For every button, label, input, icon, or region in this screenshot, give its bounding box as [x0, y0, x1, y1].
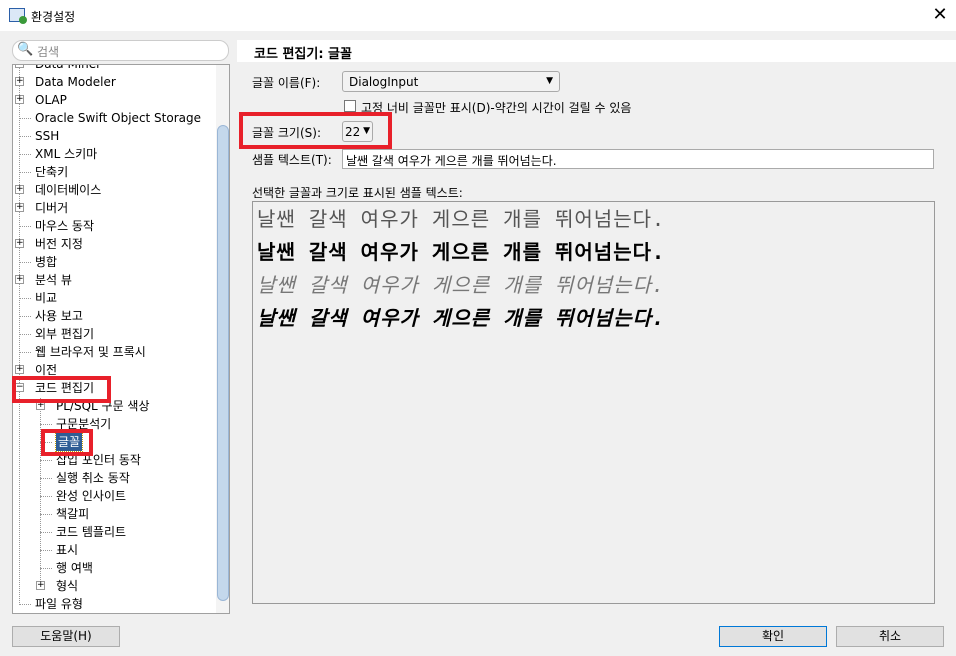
preview-bold-italic: 날쌘 갈색 여우가 게으른 개를 뛰어넘는다. — [257, 306, 666, 330]
tree-item-label: 병합 — [35, 255, 58, 269]
tree-item-label: 외부 편집기 — [35, 327, 95, 341]
preview-label: 선택한 글꼴과 크기로 표시된 샘플 텍스트: — [252, 186, 463, 200]
tree-line — [19, 65, 20, 605]
title-bar: 환경설정 ✕ — [0, 0, 956, 31]
search-icon: 🔍 — [17, 42, 34, 57]
tree-item-label: 사용 보고 — [35, 309, 83, 323]
tree-item-label: 형식 — [56, 579, 79, 593]
expand-icon[interactable]: + — [15, 275, 24, 284]
tree-line — [19, 136, 31, 137]
tree-item-label: 단축키 — [35, 165, 69, 179]
expand-icon[interactable]: + — [15, 203, 24, 212]
expand-icon[interactable]: + — [15, 239, 24, 248]
fixed-width-checkbox[interactable] — [344, 100, 356, 112]
search-placeholder: 검색 — [37, 45, 60, 59]
sample-text-input[interactable]: 날쌘 갈색 여우가 게으른 개를 뛰어넘는다. — [342, 149, 934, 169]
app-icon — [9, 8, 27, 24]
tree-line — [40, 496, 52, 497]
tree-line — [19, 118, 31, 119]
tree-line — [19, 298, 31, 299]
tree-line — [19, 352, 31, 353]
expand-icon[interactable]: + — [15, 65, 24, 68]
ok-button[interactable]: 확인 — [719, 626, 827, 647]
expand-icon[interactable]: + — [15, 365, 24, 374]
tree-item-label: 웹 브라우저 및 프록시 — [35, 345, 146, 359]
chevron-down-icon: ▼ — [546, 76, 553, 86]
tree-line — [40, 424, 52, 425]
tree-line — [19, 262, 31, 263]
tree-item-label: 책갈피 — [56, 507, 90, 521]
cancel-button[interactable]: 취소 — [836, 626, 944, 647]
tree-item-label: 표시 — [56, 543, 79, 557]
preview-plain: 날쌘 갈색 여우가 게으른 개를 뛰어넘는다. — [257, 207, 666, 231]
highlight-font-item — [41, 429, 93, 456]
preview-italic: 날쌘 갈색 여우가 게으른 개를 뛰어넘는다. — [257, 273, 666, 297]
font-name-value: DialogInput — [349, 75, 419, 89]
tree-item-label: Oracle Swift Object Storage — [35, 111, 202, 125]
tree-line — [40, 532, 52, 533]
tree-line — [40, 460, 52, 461]
tree-item-label: 분석 뷰 — [35, 273, 72, 287]
preview-bold: 날쌘 갈색 여우가 게으른 개를 뛰어넘는다. — [257, 240, 666, 264]
highlight-font-size — [239, 112, 392, 149]
tree-item-label: 코드 템플리트 — [56, 525, 127, 539]
tree-line — [19, 334, 31, 335]
window-title: 환경설정 — [31, 10, 76, 24]
tree-item-label: SSH — [35, 129, 60, 143]
font-name-label: 글꼴 이름(F): — [252, 76, 321, 90]
sample-text-label: 샘플 텍스트(T): — [252, 153, 332, 167]
expand-icon[interactable]: + — [15, 77, 24, 86]
tree-item-label: 마우스 동작 — [35, 219, 95, 233]
tree-item-label: 완성 인사이트 — [56, 489, 127, 503]
tree-item-label: 데이터베이스 — [35, 183, 102, 197]
fixed-width-label: 고정 너비 글꼴만 표시(D)-약간의 시간이 걸릴 수 있음 — [361, 101, 632, 115]
tree-item-label: 버전 지정 — [35, 237, 83, 251]
close-icon[interactable]: ✕ — [930, 4, 950, 25]
tree-item-label: 파일 유형 — [35, 597, 83, 611]
tree-item-label: Data Modeler — [35, 75, 116, 89]
tree-item-label: OLAP — [35, 93, 67, 107]
page-title: 코드 편집기: 글꼴 — [237, 40, 956, 62]
scrollbar-thumb[interactable] — [217, 125, 229, 601]
preview-area: 날쌘 갈색 여우가 게으른 개를 뛰어넘는다. 날쌘 갈색 여우가 게으른 개를… — [252, 201, 935, 604]
search-input[interactable]: 🔍 검색 — [12, 40, 229, 61]
tree-line — [19, 154, 31, 155]
tree-item-label: XML 스키마 — [35, 147, 98, 161]
scrollbar[interactable] — [216, 65, 229, 613]
tree-line — [40, 550, 52, 551]
expand-icon[interactable]: + — [15, 185, 24, 194]
highlight-code-editor — [12, 376, 111, 403]
tree-line — [19, 604, 31, 605]
tree-line — [40, 398, 41, 586]
tree-line — [40, 514, 52, 515]
font-name-select[interactable]: DialogInput ▼ — [342, 71, 560, 92]
expand-icon[interactable]: + — [36, 581, 45, 590]
preferences-tree: + Data Miner + Data Modeler + OLAP Oracle Swif… — [12, 64, 230, 614]
help-button[interactable]: 도움말(H) — [12, 626, 120, 647]
tree-item-label: 비교 — [35, 291, 58, 305]
tree-line — [40, 568, 52, 569]
tree-line — [19, 226, 31, 227]
tree-item-label: 실행 취소 동작 — [56, 471, 130, 485]
tree-item-label: 디버거 — [35, 201, 69, 215]
tree-line — [19, 316, 31, 317]
tree-item-label: Data Miner — [35, 64, 102, 71]
tree-line — [19, 172, 31, 173]
tree-item-label: 행 여백 — [56, 561, 93, 575]
tree-line — [40, 478, 52, 479]
expand-icon[interactable]: + — [15, 95, 24, 104]
